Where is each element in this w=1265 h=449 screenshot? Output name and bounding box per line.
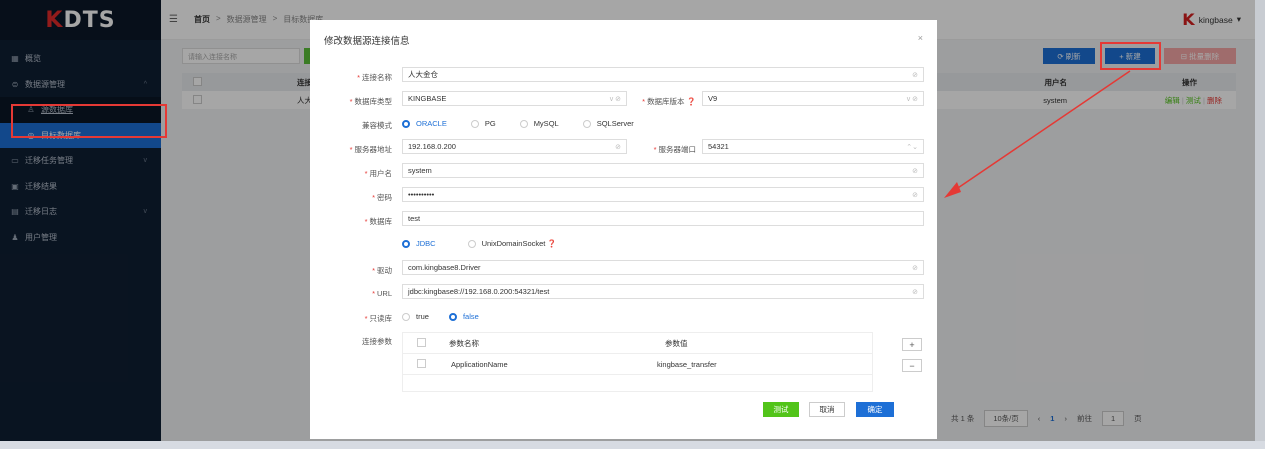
server-label: * 服务器地址 [349,145,392,154]
port-label: * 服务器端口 [653,145,696,154]
stepper-arrows-icon[interactable]: ⌃⌄ [906,143,918,151]
radio-jdbc[interactable] [402,239,410,248]
connection-mode-radio-group: JDBC UnixDomainSocket ❓ [402,239,557,248]
conn-name-label: * 连接名称 [357,73,392,82]
confirm-button[interactable]: 确定 [856,402,894,417]
compat-mode-label: 兼容模式 [362,121,392,130]
server-input[interactable]: 192.168.0.200 ⊘ [402,139,627,154]
clear-icon[interactable]: ⊘ [912,288,918,296]
params-table-header: 参数名称 参数值 [403,333,872,354]
radio-unix-socket[interactable] [467,239,476,248]
os-taskbar [0,441,1265,449]
help-icon[interactable]: ❓ [547,239,556,248]
clear-icon[interactable]: ⊘ [912,191,918,199]
db-version-select[interactable]: V9 v ⊘ [702,91,924,106]
db-type-label: * 数据库类型 [349,97,392,106]
params-label: 连接参数 [362,337,392,346]
row-checkbox[interactable] [416,358,426,368]
readonly-radio-group: true false [402,312,479,321]
edit-connection-dialog: 修改数据源连接信息 × * 连接名称 人大金仓 ⊘ * 数据库类型 KINGBASE v… [310,20,937,439]
scrollbar[interactable] [1255,0,1265,441]
close-icon[interactable]: × [918,33,923,43]
radio-mysql[interactable] [519,119,528,128]
db-type-select[interactable]: KINGBASE v ⊘ [402,91,627,106]
driver-input[interactable]: com.kingbase8.Driver ⊘ [402,260,924,275]
radio-sqlserver[interactable] [582,119,591,128]
username-label: * 用户名 [364,169,392,178]
select-all-checkbox[interactable] [416,337,426,347]
driver-label: * 驱动 [372,266,392,275]
compat-mode-radio-group: ORACLE PG MySQL SQLServer [402,119,634,128]
readonly-label: * 只读库 [364,314,392,323]
cancel-button[interactable]: 取消 [809,402,845,417]
chevron-down-icon: v ⊘ [906,95,918,103]
radio-pg[interactable] [470,119,479,128]
help-icon: ❓ [686,97,696,106]
conn-name-input[interactable]: 人大金仓 ⊘ [402,67,924,82]
password-label: * 密码 [372,193,392,202]
password-input[interactable]: •••••••••• ⊘ [402,187,924,202]
params-table-row: ApplicationName kingbase_transfer [403,354,872,375]
radio-oracle[interactable] [402,119,410,128]
clear-icon[interactable]: ⊘ [912,71,918,79]
database-input[interactable]: test [402,211,924,226]
port-stepper[interactable]: 54321 ⌃⌄ [702,139,924,154]
url-input[interactable]: jdbc:kingbase8://192.168.0.200:54321/tes… [402,284,924,299]
username-input[interactable]: system ⊘ [402,163,924,178]
test-button[interactable]: 测试 [763,402,799,417]
clear-icon[interactable]: ⊘ [912,264,918,272]
radio-true[interactable] [402,312,410,321]
dialog-title: 修改数据源连接信息 [324,36,410,47]
annotation-highlight-box [1100,42,1161,70]
db-version-label: * 数据库版本 ❓ [642,97,696,106]
annotation-highlight-box [11,104,167,138]
database-label: * 数据库 [364,217,392,226]
params-table: 参数名称 参数值 ApplicationName kingbase_transf… [402,332,873,392]
add-param-button[interactable]: + [902,338,922,351]
radio-false[interactable] [448,312,457,321]
url-label: * URL [372,289,392,298]
remove-param-button[interactable]: − [902,359,922,372]
clear-icon[interactable]: ⊘ [912,167,918,175]
